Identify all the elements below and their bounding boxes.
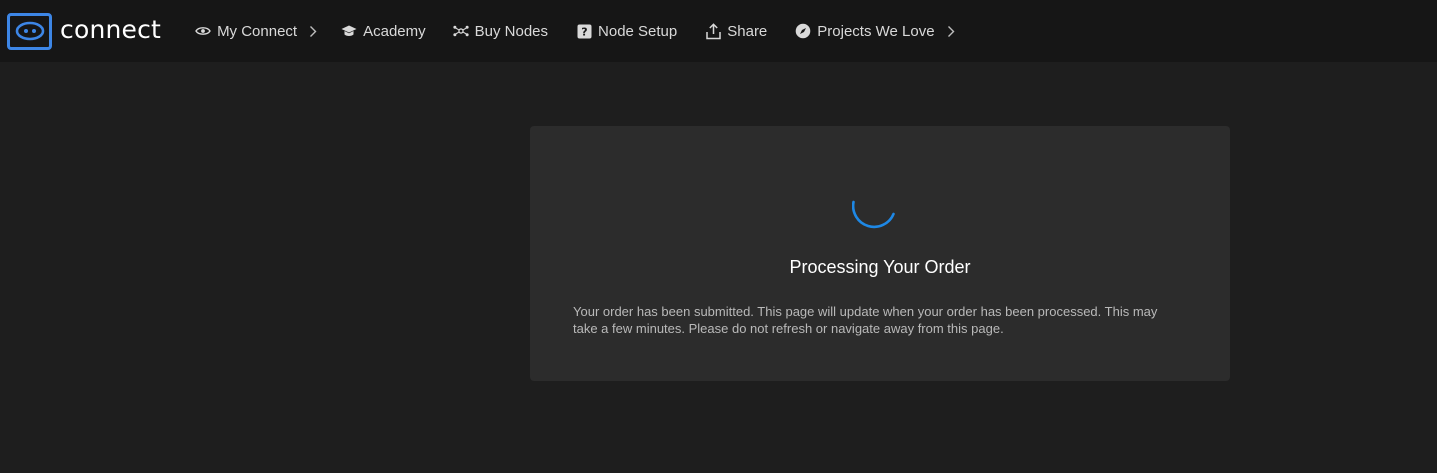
connect-logo-icon [7, 12, 52, 50]
nav-item-label: Academy [363, 22, 426, 40]
top-navigation-bar: connect My Connect Academy Buy Nodes ? N… [0, 0, 1437, 62]
nav-item-label: Share [727, 22, 768, 40]
svg-text:?: ? [581, 25, 587, 38]
main-content: Processing Your Order Your order has bee… [0, 62, 1437, 473]
chevron-right-icon [947, 25, 955, 38]
nodes-icon [453, 23, 469, 39]
nav-item-my-connect[interactable]: My Connect [195, 0, 317, 62]
nav-item-label: Projects We Love [817, 22, 935, 40]
eye-icon [195, 23, 211, 39]
question-square-icon: ? [576, 23, 592, 39]
nav-item-academy[interactable]: Academy [341, 0, 426, 62]
main-nav: My Connect Academy Buy Nodes ? Node Setu… [195, 0, 955, 62]
share-upload-icon [705, 22, 721, 39]
graduation-cap-icon [341, 23, 357, 39]
order-processing-card: Processing Your Order Your order has bee… [530, 126, 1230, 381]
nav-item-label: Buy Nodes [474, 22, 549, 40]
nav-item-buy-nodes[interactable]: Buy Nodes [453, 0, 548, 62]
status-message: Your order has been submitted. This page… [573, 304, 1158, 336]
brand-name: connect [60, 14, 162, 44]
nav-item-label: My Connect [217, 22, 298, 40]
nav-item-node-setup[interactable]: ? Node Setup [576, 0, 677, 62]
brand-logo[interactable]: connect [7, 0, 161, 62]
nav-item-share[interactable]: Share [705, 0, 767, 62]
page-title: Processing Your Order [789, 257, 971, 277]
nav-item-projects-we-love[interactable]: Projects We Love [795, 0, 955, 62]
loading-spinner-icon [851, 199, 896, 248]
compass-icon [795, 23, 811, 39]
nav-item-label: Node Setup [598, 22, 678, 40]
chevron-right-icon [309, 25, 317, 38]
